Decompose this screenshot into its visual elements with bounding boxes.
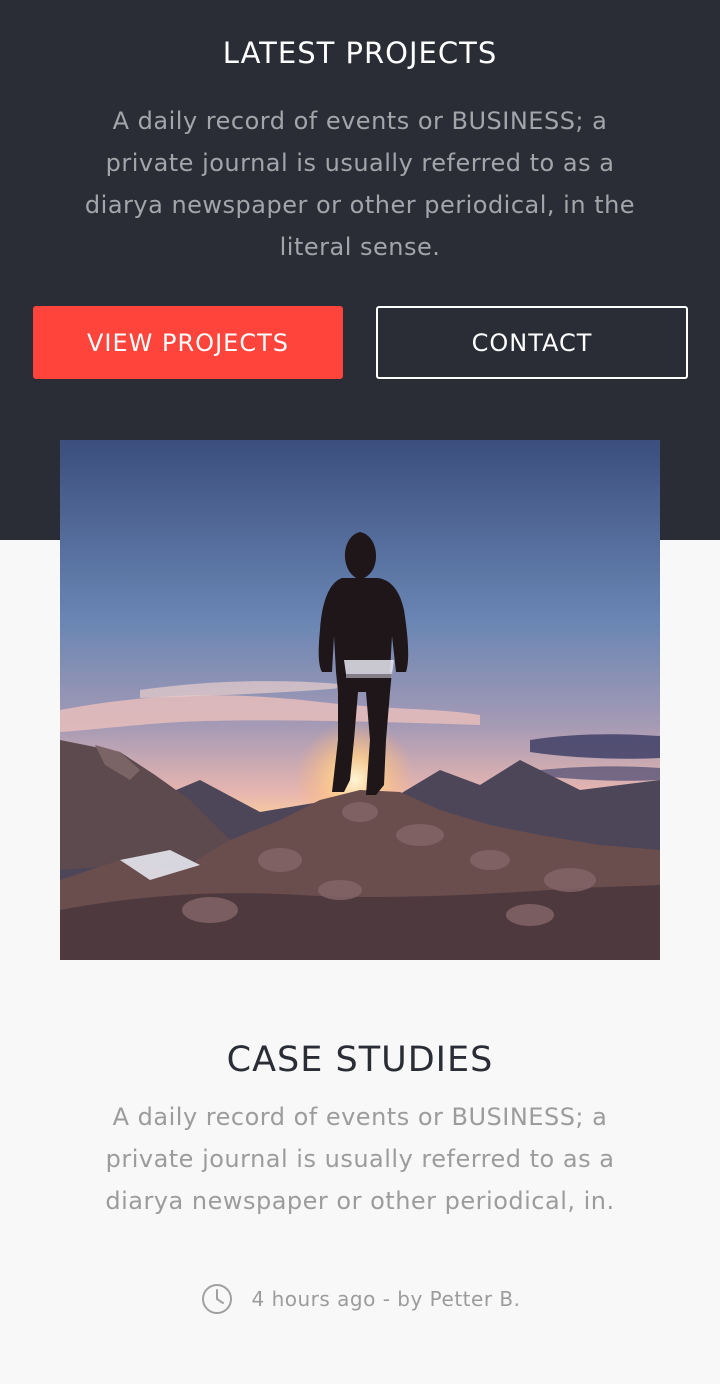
hiker-on-summit-image: [60, 440, 660, 960]
post-meta-text: 4 hours ago - by Petter B.: [251, 1287, 521, 1311]
view-projects-button[interactable]: VIEW PROJECTS: [33, 306, 343, 379]
clock-icon: [201, 1284, 232, 1314]
post-meta: 4 hours ago - by Petter B.: [0, 1280, 720, 1318]
case-studies-description: A daily record of events or BUSINESS; a …: [105, 1103, 615, 1215]
hero-title: LATEST PROJECTS: [222, 36, 498, 70]
contact-button[interactable]: CONTACT: [376, 306, 688, 379]
hero-description: A daily record of events or BUSINESS; a …: [84, 107, 636, 261]
case-studies-title: CASE STUDIES: [226, 1040, 494, 1080]
project-photo[interactable]: [60, 440, 660, 960]
